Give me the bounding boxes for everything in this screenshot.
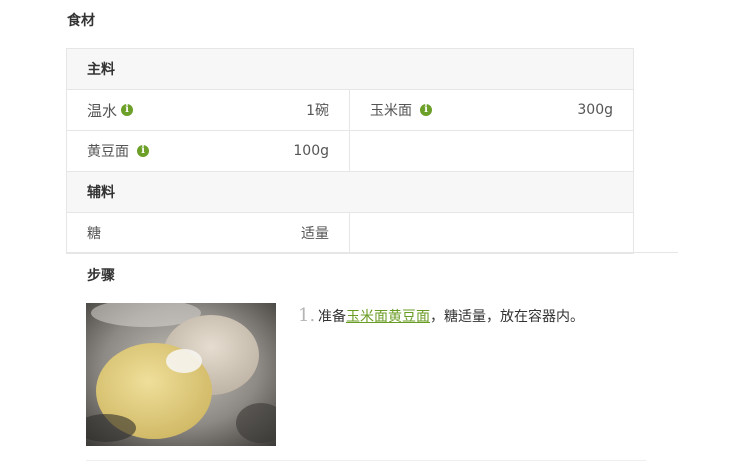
main-ingredients-header: 主料 [66, 48, 634, 90]
ingredient-name[interactable]: 玉米面 i [370, 100, 432, 120]
ingredient-cell: 玉米面 i 300g [349, 89, 634, 131]
step-number: 1. [298, 305, 316, 326]
step-text-after: ，糖适量，放在容器内。 [430, 309, 584, 325]
ingredients-table: 主料 温水 i 1碗 玉米面 i 300g 黄豆面 i 100g 辅料 糖 适量 [66, 48, 634, 254]
step-text-before: 准备 [318, 309, 346, 325]
table-row: 黄豆面 i 100g [66, 130, 634, 172]
ingredient-link-cornmeal[interactable]: 玉米面 [346, 309, 388, 325]
ingredient-amount: 1碗 [306, 103, 329, 119]
ingredient-link-soybean-flour[interactable]: 黄豆面 [388, 309, 430, 325]
ingredient-amount: 适量 [301, 226, 329, 242]
ingredient-name: 糖 [87, 226, 101, 242]
ingredient-cell: 糖 适量 [66, 212, 350, 254]
ingredient-cell: 温水 i 1碗 [66, 89, 350, 131]
step-image[interactable] [86, 303, 276, 446]
info-icon[interactable]: i [121, 104, 134, 116]
empty-cell [349, 130, 634, 172]
step-description: 准备玉米面黄豆面，糖适量，放在容器内。 [318, 306, 584, 326]
aux-ingredients-header: 辅料 [66, 171, 634, 213]
ingredient-name[interactable]: 温水 i [87, 100, 134, 121]
steps-title: 步骤 [87, 268, 115, 284]
main-ingredients-label: 主料 [66, 48, 634, 90]
ingredient-amount: 100g [293, 143, 329, 159]
ingredient-label[interactable]: 玉米面 [370, 100, 412, 120]
info-icon[interactable]: i [137, 145, 149, 157]
ingredient-cell: 黄豆面 i 100g [66, 130, 350, 172]
step-divider [86, 460, 646, 461]
ingredient-label[interactable]: 温水 [87, 100, 117, 121]
aux-ingredients-label: 辅料 [66, 171, 634, 213]
empty-cell [349, 212, 634, 254]
info-icon[interactable]: i [420, 104, 432, 116]
table-row: 糖 适量 [66, 212, 634, 254]
ingredient-amount: 300g [577, 102, 613, 118]
section-divider [66, 252, 678, 253]
ingredient-label[interactable]: 黄豆面 [87, 141, 129, 161]
table-row: 温水 i 1碗 玉米面 i 300g [66, 89, 634, 131]
bowl-photo-icon [86, 303, 276, 446]
ingredients-title: 食材 [67, 13, 95, 29]
ingredient-name[interactable]: 黄豆面 i [87, 141, 149, 161]
